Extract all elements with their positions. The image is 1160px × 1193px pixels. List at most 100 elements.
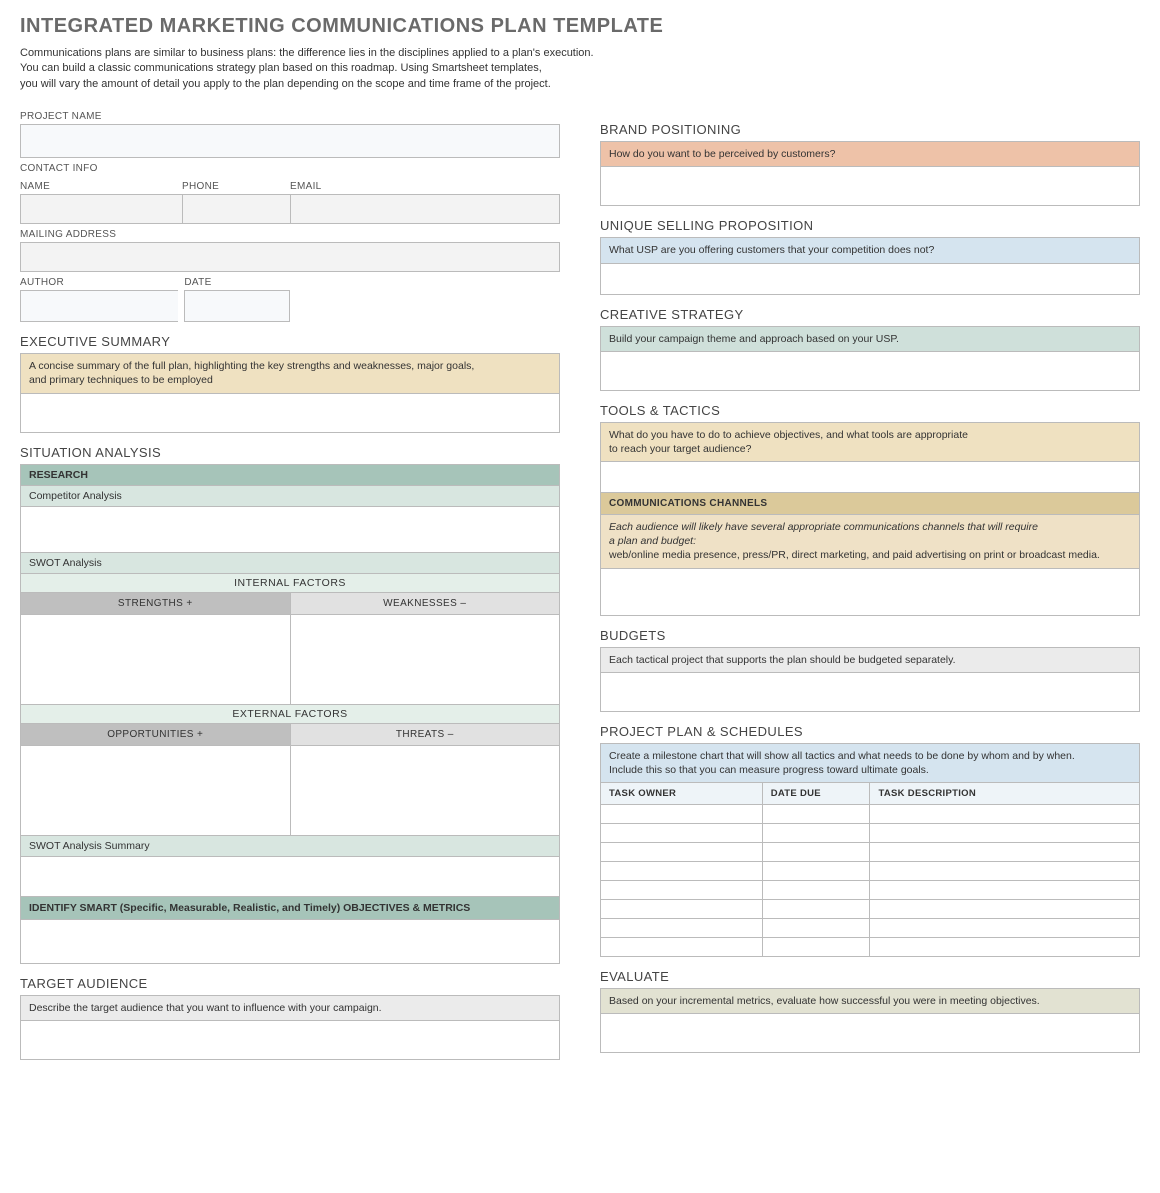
evaluate-hint: Based on your incremental metrics, evalu…	[600, 988, 1140, 1013]
smart-objectives-header: IDENTIFY SMART (Specific, Measurable, Re…	[20, 897, 560, 920]
opportunities-header: OPPORTUNITIES +	[20, 724, 290, 746]
name-label: NAME	[20, 181, 182, 192]
table-cell[interactable]	[762, 862, 870, 881]
exec-summary-title: EXECUTIVE SUMMARY	[20, 334, 560, 349]
mailing-input[interactable]	[20, 242, 560, 272]
tools-tactics-input[interactable]	[600, 461, 1140, 493]
date-label: DATE	[184, 277, 290, 288]
intro-text: Communications plans are similar to busi…	[20, 46, 1140, 92]
author-input[interactable]	[20, 290, 178, 322]
budgets-title: BUDGETS	[600, 628, 1140, 643]
left-column: PROJECT NAME CONTACT INFO NAME PHONE EMA…	[20, 106, 560, 1060]
table-cell[interactable]	[601, 900, 763, 919]
name-input[interactable]	[20, 194, 182, 224]
table-cell[interactable]	[762, 824, 870, 843]
competitor-analysis-input[interactable]	[20, 507, 560, 553]
internal-factors-header: INTERNAL FACTORS	[20, 574, 560, 593]
threats-header: THREATS –	[290, 724, 561, 746]
mailing-label: MAILING ADDRESS	[20, 229, 560, 240]
target-audience-hint: Describe the target audience that you wa…	[20, 995, 560, 1020]
tools-tactics-hint: What do you have to do to achieve object…	[600, 422, 1140, 461]
table-cell[interactable]	[601, 862, 763, 881]
budgets-input[interactable]	[600, 672, 1140, 712]
project-plan-title: PROJECT PLAN & SCHEDULES	[600, 724, 1140, 739]
phone-input[interactable]	[182, 194, 290, 224]
exec-summary-input[interactable]	[20, 393, 560, 433]
right-column: BRAND POSITIONING How do you want to be …	[600, 106, 1140, 1060]
table-cell[interactable]	[762, 900, 870, 919]
usp-title: UNIQUE SELLING PROPOSITION	[600, 218, 1140, 233]
table-cell[interactable]	[601, 805, 763, 824]
evaluate-title: EVALUATE	[600, 969, 1140, 984]
table-cell[interactable]	[762, 919, 870, 938]
table-cell[interactable]	[870, 919, 1140, 938]
table-cell[interactable]	[601, 919, 763, 938]
project-name-label: PROJECT NAME	[20, 111, 560, 122]
table-cell[interactable]	[870, 900, 1140, 919]
table-cell[interactable]	[601, 824, 763, 843]
table-cell[interactable]	[762, 843, 870, 862]
col-task-desc: TASK DESCRIPTION	[870, 783, 1140, 805]
table-cell[interactable]	[870, 824, 1140, 843]
target-audience-title: TARGET AUDIENCE	[20, 976, 560, 991]
table-row	[601, 824, 1140, 843]
comm-channels-header: COMMUNICATIONS CHANNELS	[600, 493, 1140, 515]
exec-summary-hint: A concise summary of the full plan, high…	[20, 353, 560, 392]
swot-summary-input[interactable]	[20, 857, 560, 897]
creative-strategy-title: CREATIVE STRATEGY	[600, 307, 1140, 322]
strengths-header: STRENGTHS +	[20, 593, 290, 615]
table-cell[interactable]	[762, 881, 870, 900]
table-row	[601, 862, 1140, 881]
table-cell[interactable]	[762, 805, 870, 824]
table-row	[601, 919, 1140, 938]
table-row	[601, 881, 1140, 900]
brand-positioning-title: BRAND POSITIONING	[600, 122, 1140, 137]
phone-label: PHONE	[182, 181, 290, 192]
contact-info-label: CONTACT INFO	[20, 163, 560, 174]
project-name-input[interactable]	[20, 124, 560, 158]
strengths-input[interactable]	[20, 615, 290, 705]
tools-tactics-title: TOOLS & TACTICS	[600, 403, 1140, 418]
creative-strategy-hint: Build your campaign theme and approach b…	[600, 326, 1140, 351]
project-plan-table: TASK OWNER DATE DUE TASK DESCRIPTION	[600, 782, 1140, 957]
competitor-analysis-label: Competitor Analysis	[20, 486, 560, 507]
evaluate-input[interactable]	[600, 1013, 1140, 1053]
target-audience-input[interactable]	[20, 1020, 560, 1060]
table-cell[interactable]	[601, 938, 763, 957]
weaknesses-input[interactable]	[290, 615, 561, 705]
weaknesses-header: WEAKNESSES –	[290, 593, 561, 615]
table-cell[interactable]	[870, 862, 1140, 881]
page-title: INTEGRATED MARKETING COMMUNICATIONS PLAN…	[20, 15, 1140, 38]
swot-analysis-label: SWOT Analysis	[20, 553, 560, 574]
table-cell[interactable]	[762, 938, 870, 957]
brand-positioning-input[interactable]	[600, 166, 1140, 206]
email-label: EMAIL	[290, 181, 560, 192]
smart-objectives-input[interactable]	[20, 920, 560, 964]
usp-hint: What USP are you offering customers that…	[600, 237, 1140, 262]
opportunities-input[interactable]	[20, 746, 290, 836]
table-cell[interactable]	[601, 843, 763, 862]
table-row	[601, 938, 1140, 957]
table-cell[interactable]	[870, 805, 1140, 824]
table-cell[interactable]	[870, 881, 1140, 900]
threats-input[interactable]	[290, 746, 561, 836]
brand-positioning-hint: How do you want to be perceived by custo…	[600, 141, 1140, 166]
col-task-owner: TASK OWNER	[601, 783, 763, 805]
table-cell[interactable]	[870, 843, 1140, 862]
research-header: RESEARCH	[20, 464, 560, 486]
external-factors-header: EXTERNAL FACTORS	[20, 705, 560, 724]
comm-channels-hint: Each audience will likely have several a…	[600, 515, 1140, 568]
creative-strategy-input[interactable]	[600, 351, 1140, 391]
project-plan-hint: Create a milestone chart that will show …	[600, 743, 1140, 782]
comm-channels-input[interactable]	[600, 568, 1140, 616]
swot-summary-label: SWOT Analysis Summary	[20, 836, 560, 857]
table-row	[601, 843, 1140, 862]
table-row	[601, 900, 1140, 919]
table-cell[interactable]	[870, 938, 1140, 957]
author-label: AUTHOR	[20, 277, 178, 288]
table-cell[interactable]	[601, 881, 763, 900]
col-date-due: DATE DUE	[762, 783, 870, 805]
email-input[interactable]	[290, 194, 560, 224]
date-input[interactable]	[184, 290, 290, 322]
usp-input[interactable]	[600, 263, 1140, 295]
